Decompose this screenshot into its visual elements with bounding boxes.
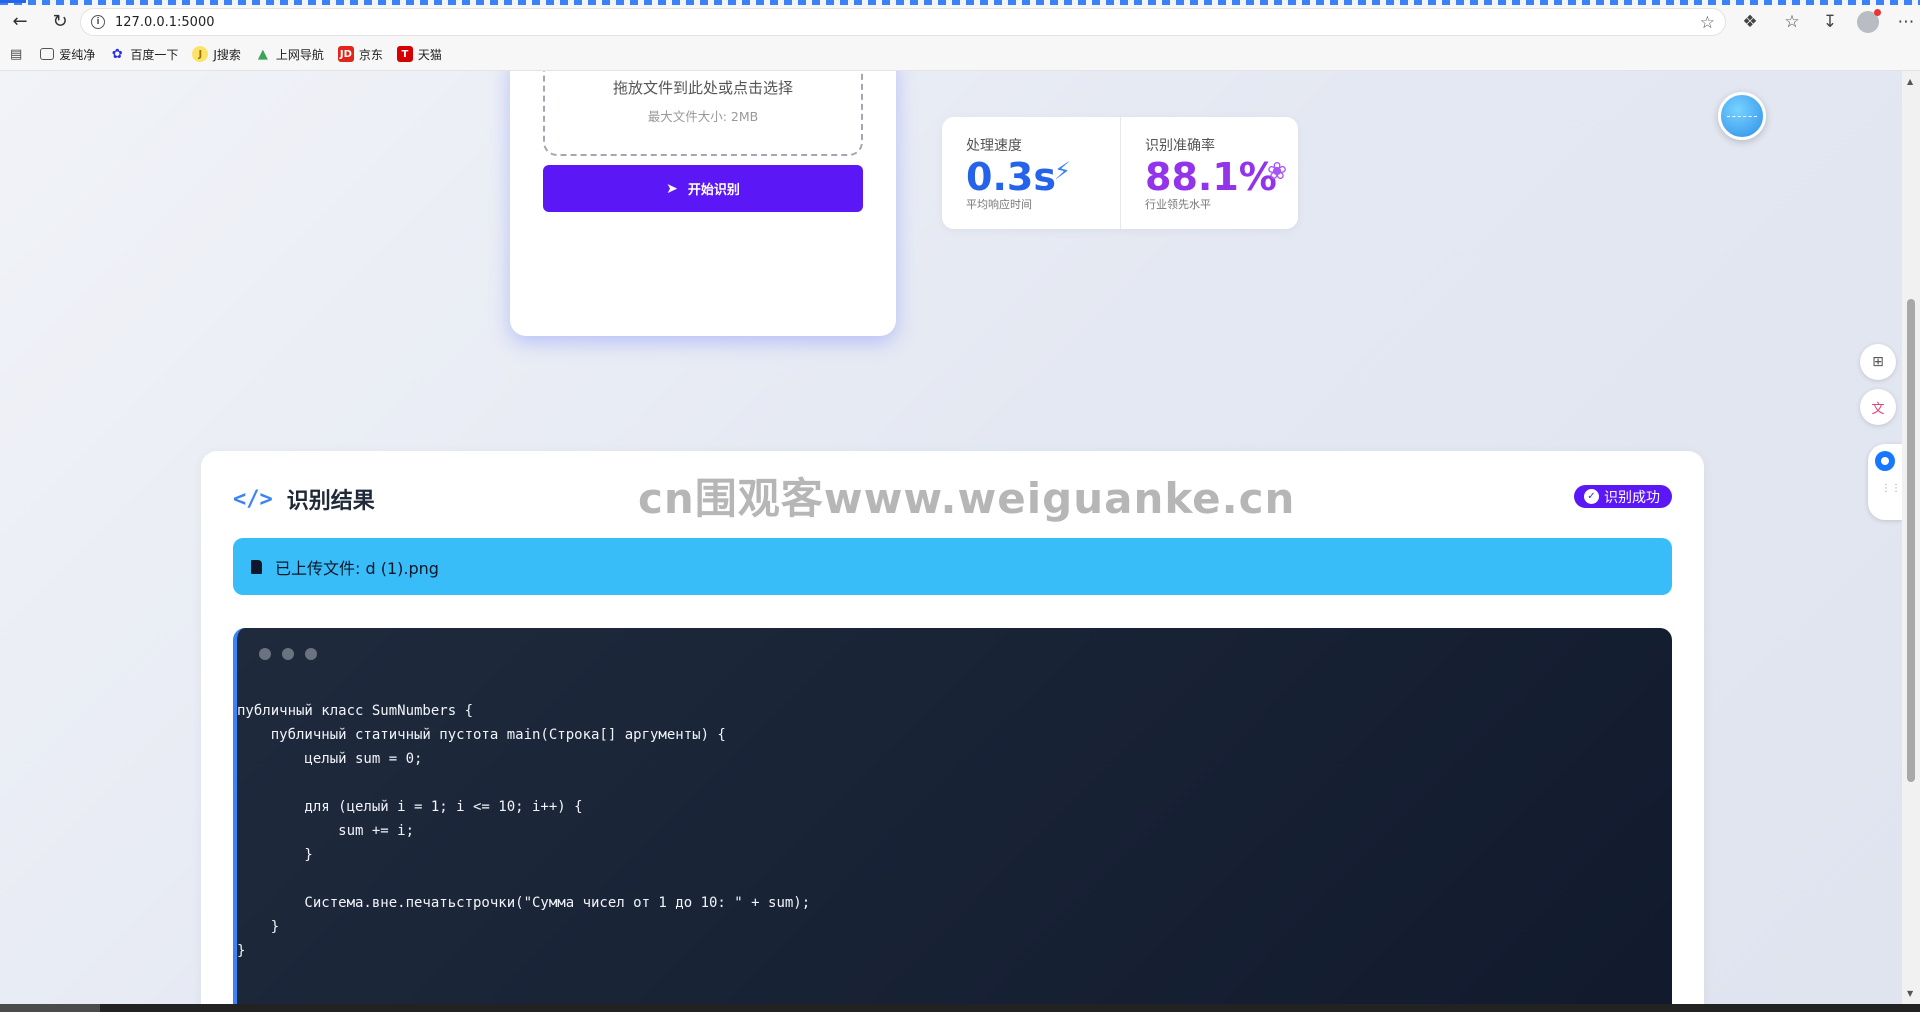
drag-handle-icon[interactable]: ⋮⋮ — [1881, 484, 1901, 494]
star-icon[interactable]: ☆ — [1700, 13, 1715, 33]
bookmark-item[interactable]: ✿ 百度一下 — [109, 46, 178, 63]
bookmark-label: 上网导航 — [275, 47, 324, 62]
dot-icon — [259, 648, 271, 660]
dot-icon — [282, 648, 294, 660]
page-scrollbar[interactable]: ▲ ▼ — [1902, 71, 1920, 1004]
page-viewport: 拖放文件到此处或点击选择 最大文件大小: 2MB ➤ 开始识别 处理速度 0.3… — [0, 71, 1902, 1004]
floating-assistant-button[interactable] — [1718, 92, 1766, 140]
stat-value: 0.3s — [966, 155, 1056, 199]
bookmarks-bar: ▤ 爱纯净 ✿ 百度一下 J J搜索 ▲ 上网导航 JD 京东 T 天猫 — [0, 38, 1920, 71]
widget-dot-icon — [1875, 451, 1895, 471]
brain-icon: ❀ — [1267, 157, 1288, 185]
more-menu-button[interactable]: ⋯ — [1887, 12, 1920, 32]
check-icon: ✓ — [1584, 489, 1599, 504]
result-card: </> 识别结果 cn围观客www.weiguanke.cn ✓ 识别成功 已上… — [201, 451, 1704, 1004]
scrollbar-thumb[interactable] — [1907, 299, 1915, 782]
bookmark-item[interactable]: ▲ 上网导航 — [255, 46, 324, 63]
reload-icon: ↻ — [52, 11, 68, 32]
uploaded-file-bar: 已上传文件: d (1).png — [233, 538, 1672, 595]
start-button-label: 开始识别 — [687, 183, 740, 198]
bolt-icon: ⚡ — [1054, 157, 1071, 185]
back-button[interactable]: ← — [5, 7, 35, 37]
translate-tool-button[interactable]: 文 — [1860, 389, 1896, 425]
bookmark-label: 百度一下 — [130, 47, 179, 62]
jsearch-icon: J — [192, 46, 209, 62]
stat-label: 识别准确率 — [1145, 138, 1215, 154]
file-icon — [251, 559, 262, 574]
recognized-code[interactable]: публичный класс SumNumbers { публичный с… — [237, 699, 810, 963]
watermark-text: cn围观客www.weiguanke.cn — [638, 474, 1296, 523]
bookmark-label: 京东 — [358, 47, 383, 62]
bookmark-label: 爱纯净 — [59, 47, 96, 62]
result-header: </> 识别结果 — [233, 483, 375, 515]
bookmark-item[interactable]: J J搜索 — [192, 46, 241, 63]
avatar-icon — [1857, 8, 1881, 33]
dash-icon — [1727, 115, 1757, 117]
tmall-icon: T — [396, 46, 413, 62]
reload-button[interactable]: ↻ — [45, 7, 75, 37]
nav-icon: ▲ — [257, 46, 268, 62]
favorites-button[interactable]: ☆ — [1773, 12, 1811, 32]
start-recognition-button[interactable]: ➤ 开始识别 — [543, 165, 863, 212]
scroll-down-icon[interactable]: ▼ — [1907, 989, 1913, 998]
code-icon: </> — [233, 486, 273, 512]
result-title: 识别结果 — [286, 489, 375, 514]
rocket-icon: ➤ — [666, 180, 678, 197]
window-dots — [259, 648, 328, 660]
bookmark-item[interactable]: T 天猫 — [396, 46, 442, 63]
bookmark-item[interactable]: JD 京东 — [337, 46, 383, 63]
code-block: публичный класс SumNumbers { публичный с… — [233, 628, 1672, 1004]
taskbar-strip — [0, 1004, 1920, 1012]
favorites-icon: ☆ — [1784, 11, 1800, 32]
status-badge: ✓ 识别成功 — [1574, 485, 1672, 508]
browser-toolbar: ← ↻ i 127.0.0.1:5000 ☆ ❖ ☆ ↧ ⋯ — [0, 5, 1920, 38]
puzzle-icon: ❖ — [1742, 11, 1758, 32]
stat-label: 处理速度 — [966, 138, 1022, 154]
arrow-left-icon: ← — [12, 11, 28, 32]
upload-card: 拖放文件到此处或点击选择 最大文件大小: 2MB ➤ 开始识别 — [510, 71, 896, 336]
jd-icon: JD — [337, 46, 354, 62]
stats-card: 处理速度 0.3s 平均响应时间 ⚡ 识别准确率 88.1% 行业领先水平 ❀ — [942, 117, 1298, 229]
reading-list-button[interactable]: ▤ — [10, 47, 22, 62]
status-text: 识别成功 — [1604, 489, 1660, 506]
qr-tool-button[interactable]: ⊞ — [1860, 344, 1896, 380]
reading-list-icon: ▤ — [10, 46, 23, 62]
profile-button[interactable] — [1849, 8, 1887, 33]
bookmark-item[interactable]: 爱纯净 — [40, 46, 95, 63]
stat-speed: 处理速度 0.3s 平均响应时间 ⚡ — [942, 117, 1120, 229]
download-icon: ↧ — [1822, 11, 1838, 32]
site-info-icon[interactable]: i — [91, 15, 105, 29]
dropzone-title: 拖放文件到此处或点击选择 — [612, 79, 793, 97]
dropzone-max-size: 最大文件大小: 2MB — [647, 109, 759, 124]
downloads-button[interactable]: ↧ — [1811, 12, 1849, 32]
stat-accuracy: 识别准确率 88.1% 行业领先水平 ❀ — [1120, 117, 1298, 229]
more-icon: ⋯ — [1897, 11, 1915, 32]
folder-icon — [40, 48, 55, 60]
translate-icon: 文 — [1871, 401, 1885, 417]
side-widget[interactable]: ⋮⋮ — [1868, 444, 1902, 520]
extensions-button[interactable]: ❖ — [1731, 12, 1769, 32]
bookmark-label: 天猫 — [417, 47, 442, 62]
file-dropzone[interactable]: 拖放文件到此处或点击选择 最大文件大小: 2MB — [543, 71, 863, 156]
scroll-up-icon[interactable]: ▲ — [1907, 77, 1913, 86]
address-bar[interactable]: i 127.0.0.1:5000 ☆ — [80, 8, 1726, 36]
url-text: 127.0.0.1:5000 — [115, 14, 215, 30]
qr-icon: ⊞ — [1872, 354, 1884, 370]
uploaded-file-label: 已上传文件: d (1).png — [275, 558, 439, 578]
bookmark-label: J搜索 — [213, 47, 241, 62]
dot-icon — [305, 648, 317, 660]
baidu-paw-icon: ✿ — [111, 46, 123, 62]
